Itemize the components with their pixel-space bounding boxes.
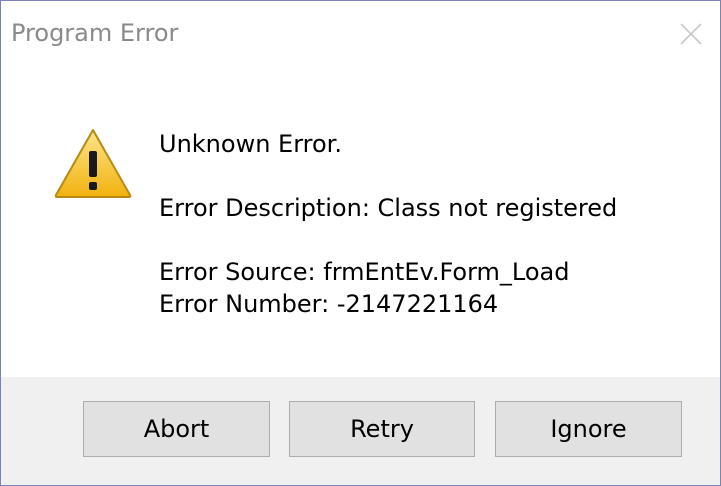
ignore-button[interactable]: Ignore bbox=[495, 401, 682, 457]
error-source: Error Source: frmEntEv.Form_Load bbox=[159, 258, 570, 286]
error-number: Error Number: -2147221164 bbox=[159, 290, 499, 318]
button-bar: Abort Retry Ignore bbox=[1, 377, 720, 485]
abort-button[interactable]: Abort bbox=[83, 401, 270, 457]
retry-button[interactable]: Retry bbox=[289, 401, 475, 457]
dialog-content: Unknown Error. Error Description: Class … bbox=[1, 63, 720, 377]
close-button[interactable] bbox=[674, 17, 708, 51]
title-bar: Program Error bbox=[1, 1, 720, 63]
close-icon bbox=[680, 23, 702, 45]
warning-icon bbox=[53, 127, 133, 199]
error-description: Error Description: Class not registered bbox=[159, 194, 618, 222]
error-dialog: Program Error Unknown Error. Error Descr… bbox=[0, 0, 721, 486]
window-title: Program Error bbox=[11, 19, 179, 47]
error-heading: Unknown Error. bbox=[159, 130, 342, 158]
